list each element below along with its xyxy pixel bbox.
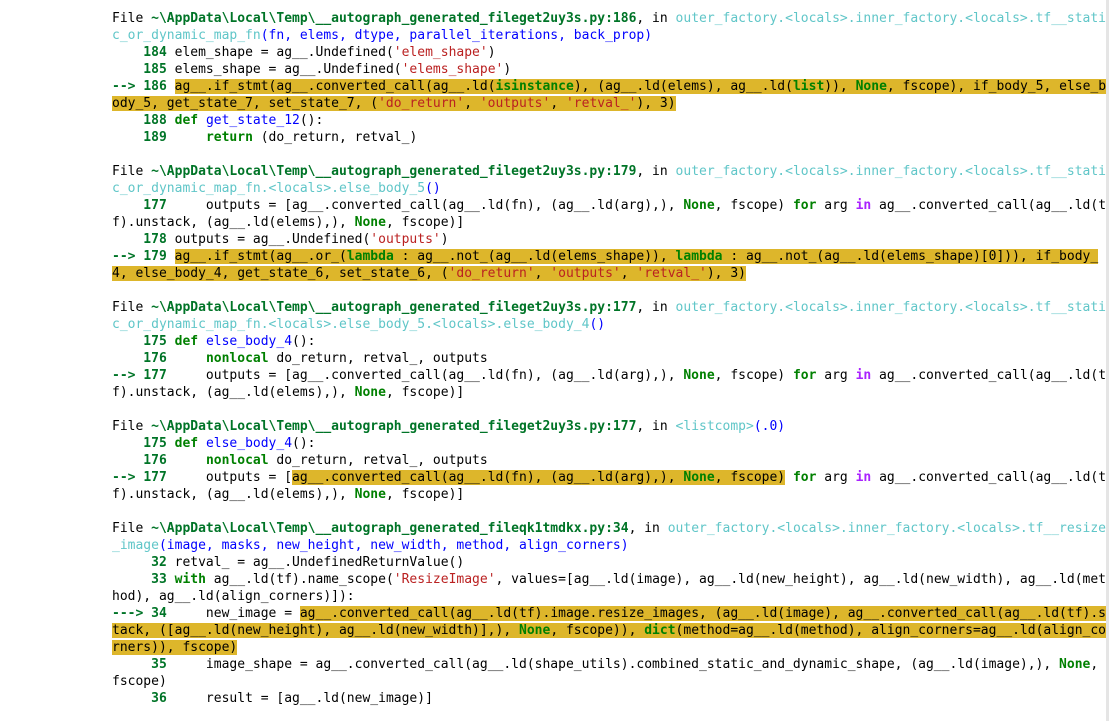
current-line: --> 177 outputs = [ag__.converted_call(a…	[112, 470, 1107, 485]
code-line: 176 nonlocal do_return, retval_, outputs	[112, 351, 488, 366]
code-line: 184 elem_shape = ag__.Undefined('elem_sh…	[112, 45, 496, 60]
traceback-frame: File ~\AppData\Local\Temp\__autograph_ge…	[112, 418, 1107, 503]
frame-header: File ~\AppData\Local\Temp\__autograph_ge…	[112, 521, 1107, 536]
function-args: (fn, elems, dtype, parallel_iterations, …	[260, 28, 653, 43]
in-label: , in	[636, 11, 676, 26]
function-name: outer_factory.<locals>.inner_factory.<lo…	[675, 11, 1107, 26]
frame-header: File ~\AppData\Local\Temp\__autograph_ge…	[112, 164, 1107, 179]
function-name-cont: c_or_dynamic_map_fn.<locals>.else_body_5…	[112, 317, 590, 332]
file-path: ~\AppData\Local\Temp\__autograph_generat…	[151, 521, 629, 536]
code-line: 185 elems_shape = ag__.Undefined('elems_…	[112, 62, 512, 77]
current-line-cont: ody_5, get_state_7, set_state_7, ('do_re…	[112, 96, 676, 111]
code-line: 189 return (do_return, retval_)	[112, 130, 418, 145]
traceback-frame: File ~\AppData\Local\Temp\__autograph_ge…	[112, 10, 1107, 146]
code-line: 33 with ag__.ld(tf).name_scope('ResizeIm…	[112, 572, 1107, 587]
function-name: outer_factory.<locals>.inner_factory.<lo…	[667, 521, 1107, 536]
code-line: 188 def get_state_12():	[112, 113, 324, 128]
frame-header-cont: c_or_dynamic_map_fn.<locals>.else_body_5…	[112, 180, 1092, 197]
code-line: 35 image_shape = ag__.converted_call(ag_…	[112, 657, 1099, 672]
code-line: 36 result = [ag__.ld(new_image)]	[112, 691, 433, 706]
current-line-cont: f).unstack, (ag__.ld(elems),), None, fsc…	[112, 487, 465, 502]
current-line-cont: f).unstack, (ag__.ld(elems),), None, fsc…	[112, 385, 465, 400]
code-line: 175 def else_body_4():	[112, 334, 316, 349]
code-line: 176 nonlocal do_return, retval_, outputs	[112, 453, 488, 468]
code-line: 32 retval_ = ag__.UndefinedReturnValue()	[112, 555, 465, 570]
function-name-cont: c_or_dynamic_map_fn	[112, 28, 261, 43]
code-line: 175 def else_body_4():	[112, 436, 316, 451]
file-label: File	[112, 11, 152, 26]
frame-header-cont: _image(image, masks, new_height, new_wid…	[112, 537, 1092, 554]
current-line: --> 177 outputs = [ag__.converted_call(a…	[112, 368, 1107, 383]
traceback-frame: File ~\AppData\Local\Temp\__autograph_ge…	[112, 163, 1107, 282]
file-path: ~\AppData\Local\Temp\__autograph_generat…	[151, 164, 637, 179]
current-line: --> 179 ag__.if_stmt(ag__.or_(lambda : a…	[112, 249, 1099, 264]
current-line-cont: 4, else_body_4, get_state_6, set_state_6…	[112, 266, 746, 281]
function-name-cont: c_or_dynamic_map_fn.<locals>.else_body_5	[112, 181, 426, 196]
function-name: outer_factory.<locals>.inner_factory.<lo…	[675, 300, 1107, 315]
code-line-cont: hod), ag__.ld(align_corners)]):	[112, 589, 355, 604]
traceback-frame: File ~\AppData\Local\Temp\__autograph_ge…	[112, 299, 1107, 401]
frame-header: File ~\AppData\Local\Temp\__autograph_ge…	[112, 300, 1107, 315]
frame-header-cont: c_or_dynamic_map_fn.<locals>.else_body_5…	[112, 316, 1092, 333]
code-line-cont: f).unstack, (ag__.ld(elems),), None, fsc…	[112, 215, 465, 230]
function-name: outer_factory.<locals>.inner_factory.<lo…	[675, 164, 1107, 179]
function-name-cont: _image	[112, 538, 159, 553]
code-line: 177 outputs = [ag__.converted_call(ag__.…	[112, 198, 1107, 213]
traceback: File ~\AppData\Local\Temp\__autograph_ge…	[112, 10, 1107, 707]
file-path: ~\AppData\Local\Temp\__autograph_generat…	[151, 300, 637, 315]
traceback-output-page: { "file_prefix": "File ", "in_word": ", …	[0, 0, 1109, 721]
function-args: ()	[589, 317, 606, 332]
frame-header: File ~\AppData\Local\Temp\__autograph_ge…	[112, 419, 786, 434]
frame-header: File ~\AppData\Local\Temp\__autograph_ge…	[112, 10, 1106, 27]
current-line-cont: tack, ([ag__.ld(new_height), ag__.ld(new…	[112, 623, 1107, 638]
current-line: ---> 34 new_image = ag__.converted_call(…	[112, 606, 1107, 621]
file-path: ~\AppData\Local\Temp\__autograph_generat…	[151, 11, 637, 26]
file-path: ~\AppData\Local\Temp\__autograph_generat…	[151, 419, 637, 434]
code-line-cont: fscope)	[112, 674, 167, 689]
current-line-cont: rners)), fscope)	[112, 640, 238, 655]
frame-header-cont: c_or_dynamic_map_fn(fn, elems, dtype, pa…	[112, 27, 1092, 44]
function-args: (.0)	[753, 419, 786, 434]
function-args: ()	[425, 181, 441, 196]
traceback-frame: File ~\AppData\Local\Temp\__autograph_ge…	[112, 520, 1107, 707]
code-line: 178 outputs = ag__.Undefined('outputs')	[112, 232, 449, 247]
current-line: --> 186 ag__.if_stmt(ag__.converted_call…	[112, 79, 1107, 94]
function-name: <listcomp>	[675, 419, 754, 434]
function-args: (image, masks, new_height, new_width, me…	[158, 538, 629, 553]
